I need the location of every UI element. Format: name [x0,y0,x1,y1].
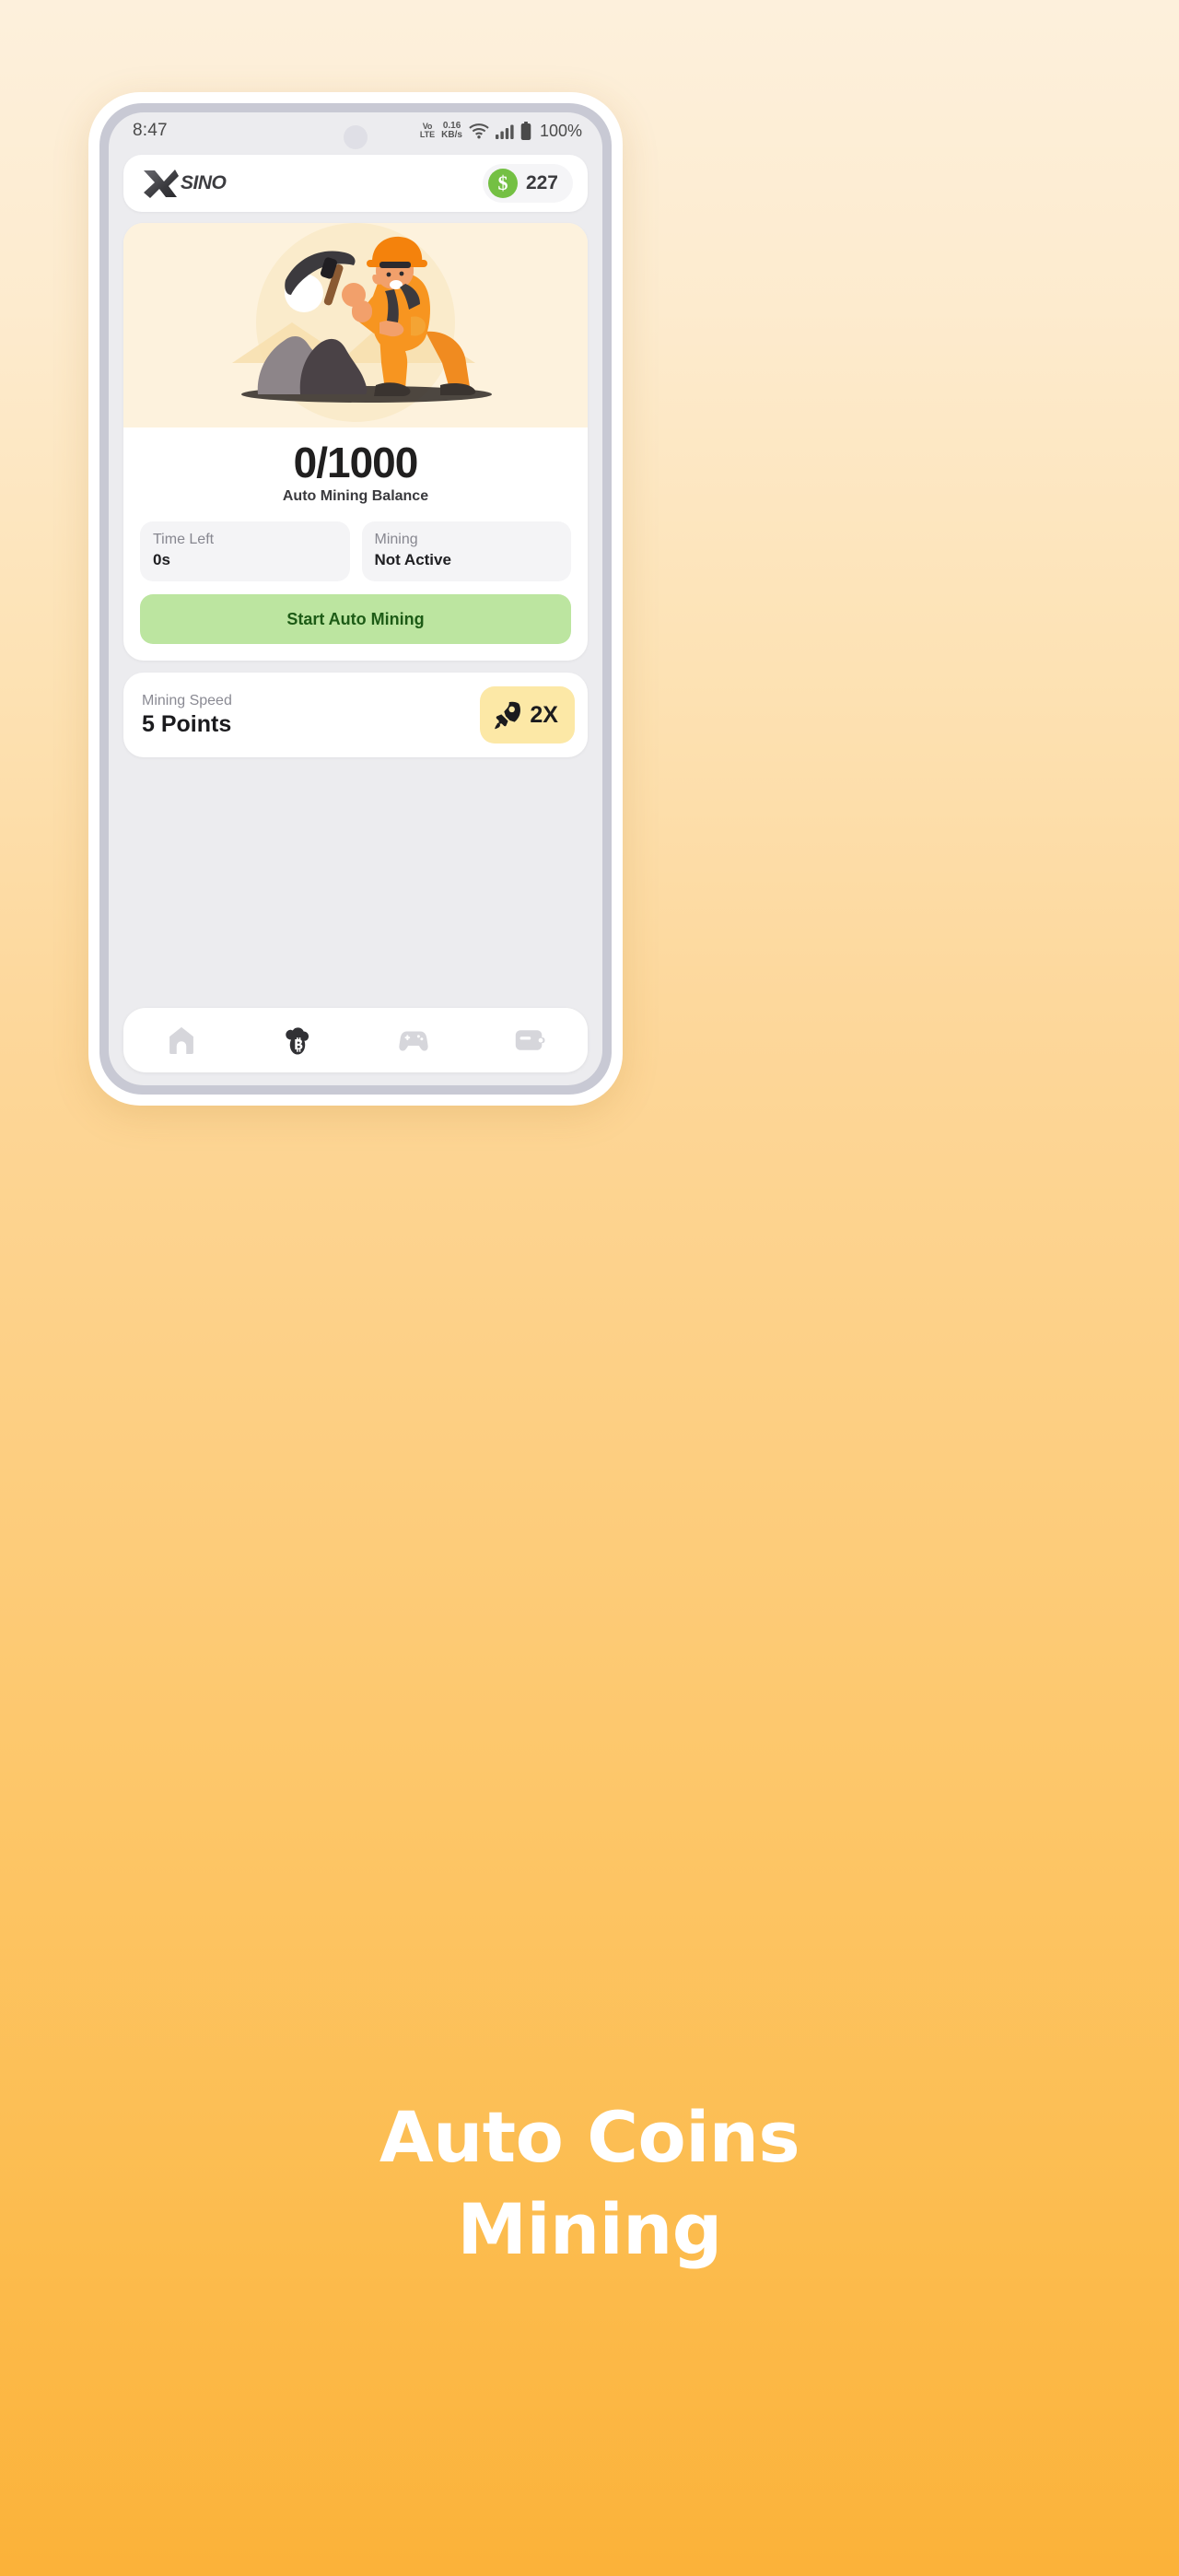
promo-headline-line-1: Auto Coins [379,2096,800,2178]
rocket-icon [495,702,521,730]
auto-mining-card: 0/1000 Auto Mining Balance Time Left 0s … [123,223,588,662]
stat-mining-status-label: Mining [374,532,418,548]
promo-headline-line-2: Mining [457,2188,722,2271]
app-logo[interactable]: SINO [142,168,227,199]
nav-cloud-mining[interactable] [268,1015,327,1065]
miner-with-pickaxe-illustration [123,223,588,427]
front-camera-punch-hole-icon [344,125,368,149]
nav-wallet[interactable] [500,1015,559,1065]
mining-speed-text-group: Mining Speed 5 Points [142,693,232,738]
app-brand-name: SINO [181,172,227,193]
wifi-icon [469,123,489,139]
app-header: SINO $ 227 [123,155,588,212]
status-bar-clock: 8:47 [133,121,168,140]
start-auto-mining-button[interactable]: Start Auto Mining [140,594,571,645]
battery-percentage-label: 100% [539,121,582,140]
stat-mining-status: Mining Not Active [361,521,571,582]
gamepad-icon [399,1031,428,1051]
volte-label-bottom: LTE [419,130,436,139]
speed-multiplier-label: 2X [530,701,558,728]
battery-full-icon [520,122,531,140]
cellular-signal-icon [495,124,514,139]
status-bar: 8:47 Vo LTE 0.16 KB/s 100% [109,112,602,149]
dollar-coin-icon: $ [487,169,518,198]
stat-mining-status-value: Not Active [374,551,451,569]
stat-time-left-label: Time Left [153,532,215,548]
mining-speed-value: 5 Points [142,710,232,737]
mining-speed-card: Mining Speed 5 Points 2X [123,673,588,758]
network-speed-indicator: 0.16 KB/s [441,121,462,141]
home-icon [169,1026,193,1054]
phone-mockup-frame: 8:47 Vo LTE 0.16 KB/s 100% SINO $ 227 0/… [88,92,623,1106]
coin-balance-chip[interactable]: $ 227 [482,164,573,203]
phone-screen: 8:47 Vo LTE 0.16 KB/s 100% SINO $ 227 0/… [109,112,602,1085]
miner-illustration-svg [123,223,588,427]
nav-games[interactable] [384,1015,443,1065]
phone-bezel: 8:47 Vo LTE 0.16 KB/s 100% SINO $ 227 0/… [99,103,612,1095]
cloud-bitcoin-icon [286,1027,309,1055]
auto-mining-balance-value: 0/1000 [293,439,419,486]
xsino-x-logo-icon [144,170,179,198]
screen-empty-space [109,757,602,1008]
wallet-icon [515,1030,545,1050]
stat-time-left-value: 0s [153,551,170,569]
bottom-navigation-bar [123,1008,588,1072]
nav-home[interactable] [152,1015,211,1065]
stat-time-left: Time Left 0s [140,521,350,582]
auto-mining-balance-label: Auto Mining Balance [282,488,429,505]
mining-speed-label: Mining Speed [142,692,232,708]
promo-headline: Auto Coins Mining [0,2091,1179,2277]
speed-multiplier-badge[interactable]: 2X [480,686,575,744]
coin-balance-amount: 227 [525,172,558,193]
volte-icon: Vo LTE [420,123,435,139]
mining-stats-row: Time Left 0s Mining Not Active [123,510,588,582]
auto-mining-balance-block: 0/1000 Auto Mining Balance [123,427,588,510]
network-speed-unit: KB/s [441,130,462,140]
status-bar-indicators: Vo LTE 0.16 KB/s 100% [420,121,582,141]
